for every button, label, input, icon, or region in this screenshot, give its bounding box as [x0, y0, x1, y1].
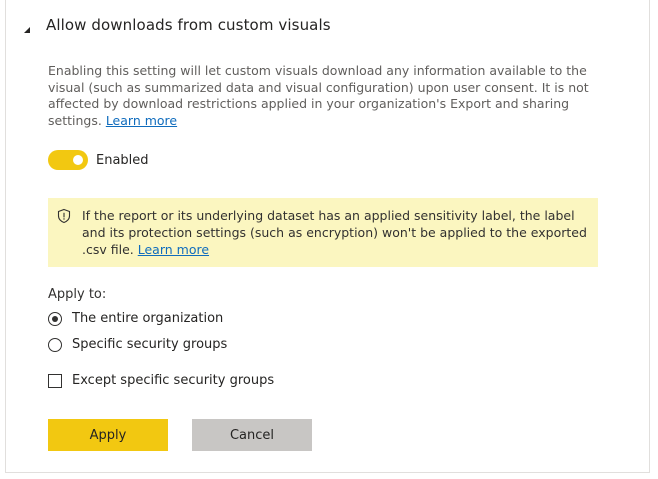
apply-button[interactable]: Apply [48, 419, 168, 451]
radio-button[interactable] [48, 337, 62, 352]
cancel-button[interactable]: Cancel [192, 419, 312, 451]
description-learn-more-link[interactable]: Learn more [106, 113, 177, 128]
apply-to-label: Apply to: [48, 287, 107, 302]
except-groups-checkbox-row[interactable]: Except specific security groups [48, 373, 274, 388]
sensitivity-warning: If the report or its underlying dataset … [48, 198, 598, 267]
enabled-toggle-row: Enabled [48, 150, 149, 170]
radio-label: The entire organization [72, 311, 224, 326]
radio-specific-security-groups[interactable]: Specific security groups [48, 337, 227, 352]
setting-description: Enabling this setting will let custom vi… [48, 63, 593, 129]
section-title: Allow downloads from custom visuals [46, 16, 331, 34]
radio-label: Specific security groups [72, 337, 228, 352]
radio-entire-organization[interactable]: The entire organization [48, 311, 223, 326]
section-header[interactable]: Allow downloads from custom visuals [22, 14, 331, 36]
caret-down-icon[interactable] [22, 20, 32, 33]
except-groups-checkbox[interactable] [48, 373, 62, 388]
checkbox-label: Except specific security groups [72, 373, 275, 388]
enabled-toggle[interactable] [48, 150, 88, 170]
radio-button-selected[interactable] [48, 311, 62, 326]
toggle-label: Enabled [96, 152, 149, 168]
toggle-knob [73, 155, 83, 165]
warning-learn-more-link[interactable]: Learn more [138, 242, 209, 257]
shield-icon [56, 208, 72, 224]
